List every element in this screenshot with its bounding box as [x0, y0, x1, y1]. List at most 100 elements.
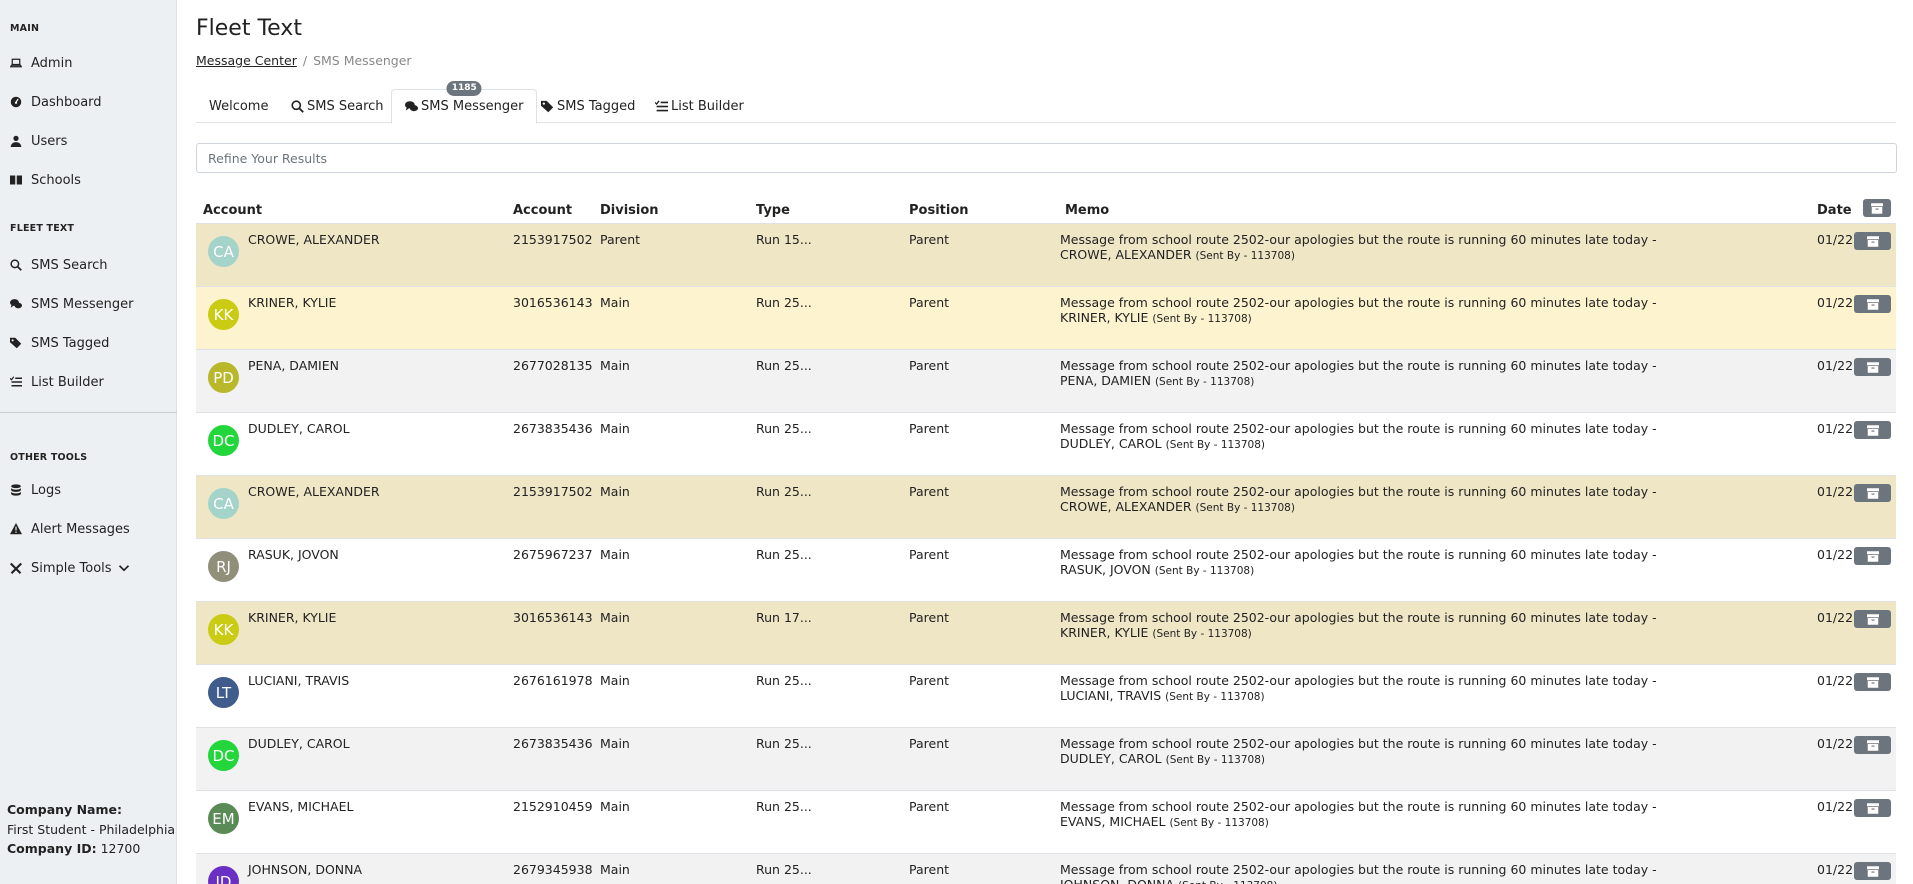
memo-sent-by: (Sent By - 113708)	[1165, 691, 1265, 703]
cell-position: Parent	[909, 610, 950, 625]
table-row[interactable]: LT LUCIANI, TRAVIS 2676161978 Main Run 25...…	[196, 665, 1896, 728]
sidebar-item-sms-messenger[interactable]: SMS Messenger	[10, 293, 133, 315]
tab-label: Welcome	[209, 98, 269, 114]
cell-division: Main	[600, 484, 630, 499]
sidebar-section-main-title: MAIN	[10, 23, 40, 34]
memo-text: Message from school route 2502-our apolo…	[1060, 232, 1657, 262]
company-id: 12700	[100, 841, 141, 856]
messages-table: Account Account Division Type Position M…	[196, 197, 1896, 884]
col-header-memo[interactable]: Memo	[1065, 203, 1109, 218]
memo-text: Message from school route 2502-our apolo…	[1060, 358, 1657, 388]
book-icon	[10, 174, 22, 186]
cell-account-number: 2673835436	[513, 421, 593, 436]
archive-all-button[interactable]	[1863, 199, 1891, 217]
company-name-label: Company Name:	[7, 802, 122, 817]
cell-account-name[interactable]: CROWE, ALEXANDER	[248, 484, 380, 499]
archive-button[interactable]	[1854, 673, 1891, 691]
tab-list-builder[interactable]: List Builder	[642, 89, 757, 123]
tab-label: SMS Tagged	[557, 98, 636, 114]
cell-account-name[interactable]: KRINER, KYLIE	[248, 610, 336, 625]
cell-account-name[interactable]: CROWE, ALEXANDER	[248, 232, 380, 247]
table-row[interactable]: DC DUDLEY, CAROL 2673835436 Main Run 25... Pa…	[196, 728, 1896, 791]
sidebar-item-users[interactable]: Users	[10, 130, 67, 152]
memo-sent-by: (Sent By - 113708)	[1169, 817, 1269, 829]
archive-button[interactable]	[1854, 736, 1891, 754]
archive-icon	[1866, 424, 1879, 436]
cell-account-name[interactable]: DUDLEY, CAROL	[248, 421, 350, 436]
archive-button[interactable]	[1854, 358, 1891, 376]
col-header-date[interactable]: Date	[1817, 203, 1852, 218]
cell-account-number: 2677028135	[513, 358, 593, 373]
cell-division: Main	[600, 295, 630, 310]
archive-button[interactable]	[1854, 547, 1891, 565]
cell-date: 01/22	[1817, 610, 1854, 625]
archive-button[interactable]	[1854, 610, 1891, 628]
archive-icon	[1866, 550, 1879, 562]
sidebar-item-list-builder[interactable]: List Builder	[10, 371, 104, 393]
archive-button[interactable]	[1854, 295, 1891, 313]
table-row[interactable]: JD JOHNSON, DONNA 2679345938 Main Run 25... P…	[196, 854, 1896, 884]
sidebar-section-other-title: OTHER TOOLS	[10, 452, 88, 463]
sidebar-item-label: SMS Tagged	[31, 335, 110, 351]
comments-icon	[405, 101, 418, 112]
archive-button[interactable]	[1854, 484, 1891, 502]
table-row[interactable]: RJ RASUK, JOVON 2675967237 Main Run 25... Par…	[196, 539, 1896, 602]
chevron-down-icon	[118, 565, 129, 572]
sidebar-item-admin[interactable]: Admin	[10, 52, 72, 74]
cell-date: 01/22	[1817, 484, 1854, 499]
cell-date: 01/22	[1817, 295, 1854, 310]
sidebar-item-schools[interactable]: Schools	[10, 169, 81, 191]
sidebar-item-sms-search[interactable]: SMS Search	[10, 254, 108, 276]
col-header-account-name[interactable]: Account	[203, 203, 262, 218]
col-header-division[interactable]: Division	[600, 203, 659, 218]
cell-account-name[interactable]: JOHNSON, DONNA	[248, 862, 362, 877]
archive-button[interactable]	[1854, 421, 1891, 439]
tab-welcome[interactable]: Welcome	[196, 89, 281, 123]
cell-account-name[interactable]: LUCIANI, TRAVIS	[248, 673, 349, 688]
tab-sms-messenger[interactable]: 1185 SMS Messenger	[391, 81, 538, 124]
sidebar-item-dashboard[interactable]: Dashboard	[10, 91, 102, 113]
laptop-icon	[10, 57, 22, 69]
breadcrumb-link-message-center[interactable]: Message Center	[196, 53, 297, 68]
sidebar-item-simple-tools[interactable]: Simple Tools	[10, 557, 130, 579]
table-row[interactable]: KK KRINER, KYLIE 3016536143 Main Run 25... Pa…	[196, 287, 1896, 350]
col-header-type[interactable]: Type	[756, 203, 790, 218]
memo-text: Message from school route 2502-our apolo…	[1060, 610, 1657, 640]
sidebar-item-label: Schools	[31, 172, 81, 188]
memo-text: Message from school route 2502-our apolo…	[1060, 862, 1657, 884]
breadcrumb: Message Center / SMS Messenger	[196, 53, 412, 68]
archive-icon	[1866, 361, 1879, 373]
cell-type: Run 25...	[756, 736, 812, 751]
cell-account-name[interactable]: EVANS, MICHAEL	[248, 799, 353, 814]
memo-sent-by: (Sent By - 113708)	[1178, 880, 1277, 884]
cell-account-name[interactable]: KRINER, KYLIE	[248, 295, 336, 310]
col-header-position[interactable]: Position	[909, 203, 969, 218]
archive-button[interactable]	[1854, 232, 1891, 250]
cell-account-name[interactable]: PENA, DAMIEN	[248, 358, 339, 373]
table-row[interactable]: EM EVANS, MICHAEL 2152910459 Main Run 25... P…	[196, 791, 1896, 854]
archive-button[interactable]	[1854, 862, 1891, 880]
cell-position: Parent	[909, 232, 950, 247]
table-row[interactable]: CA CROWE, ALEXANDER 2153917502 Main Run 25..…	[196, 476, 1896, 539]
cell-memo: Message from school route 2502-our apolo…	[1060, 484, 1660, 516]
cell-memo: Message from school route 2502-our apolo…	[1060, 799, 1660, 831]
refine-results-input[interactable]	[196, 143, 1897, 173]
cell-division: Main	[600, 736, 630, 751]
tab-sms-tagged[interactable]: SMS Tagged	[528, 89, 648, 123]
cell-account-name[interactable]: DUDLEY, CAROL	[248, 736, 350, 751]
search-icon	[291, 99, 304, 113]
list-check-icon	[655, 99, 668, 111]
cell-memo: Message from school route 2502-our apolo…	[1060, 547, 1660, 579]
sidebar-item-sms-tagged[interactable]: SMS Tagged	[10, 332, 109, 354]
cell-account-name[interactable]: RASUK, JOVON	[248, 547, 339, 562]
table-row[interactable]: PD PENA, DAMIEN 2677028135 Main Run 25... Par…	[196, 350, 1896, 413]
cell-type: Run 25...	[756, 421, 812, 436]
archive-button[interactable]	[1854, 799, 1891, 817]
col-header-account-number[interactable]: Account	[513, 203, 572, 218]
table-row[interactable]: DC DUDLEY, CAROL 2673835436 Main Run 25... Pa…	[196, 413, 1896, 476]
tab-sms-search[interactable]: SMS Search	[278, 89, 397, 123]
sidebar-item-logs[interactable]: Logs	[10, 479, 61, 501]
table-row[interactable]: CA CROWE, ALEXANDER 2153917502 Parent Run 15…	[196, 224, 1896, 287]
table-row[interactable]: KK KRINER, KYLIE 3016536143 Main Run 17... Pa…	[196, 602, 1896, 665]
sidebar-item-alert-messages[interactable]: Alert Messages	[10, 518, 130, 540]
